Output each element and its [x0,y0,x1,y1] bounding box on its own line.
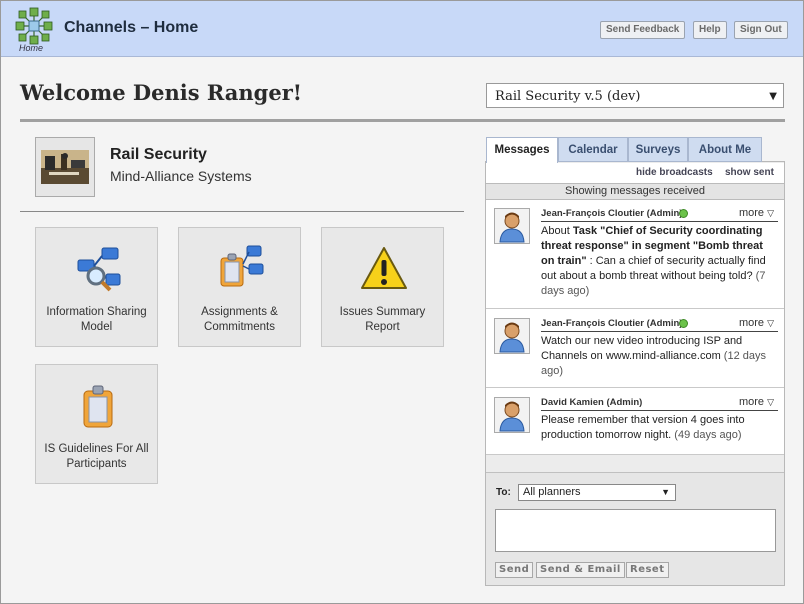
organization-name: Rail Security [110,146,207,163]
tab-calendar[interactable]: Calendar [558,137,628,162]
send-and-email-button[interactable]: Send & Email [536,562,625,578]
showing-status: Showing messages received [486,183,784,200]
dropdown-arrow-icon: ▼ [769,91,777,102]
send-feedback-button[interactable]: Send Feedback [600,21,686,39]
top-bar: Home Channels – Home Send Feedback Help … [1,1,803,57]
tile-label: Assignments & Commitments [201,306,278,333]
message-sender: Jean-François Cloutier (Admin) [541,318,683,329]
recipient-select-value: All planners [523,486,581,498]
message-composer: To: All planners ▼ Send Send & Email Res… [486,472,784,585]
sign-out-button[interactable]: Sign Out [734,21,788,39]
warning-icon [358,244,410,296]
chevron-down-icon: ▽ [767,318,774,328]
tab-about-me[interactable]: About Me [688,137,762,162]
message-sender: Jean-François Cloutier (Admin) [541,208,683,219]
more-menu[interactable]: more ▽ [739,396,774,408]
message-prefix: About [541,225,573,237]
message-age: (49 days ago) [671,429,742,441]
more-label: more [738,207,765,219]
more-label: more [738,317,765,329]
avatar [494,318,530,354]
is-guidelines-tile[interactable]: IS Guidelines For All Participants [35,364,158,484]
hide-broadcasts-link[interactable]: hide broadcasts [636,167,713,178]
message-body: Please remember that version 4 goes into… [541,413,773,443]
information-sharing-model-tile[interactable]: Information Sharing Model [35,227,158,347]
message-item: Jean-François Cloutier (Admin) more ▽ Wa… [486,309,784,388]
chevron-down-icon: ▽ [767,397,774,407]
message-textarea[interactable] [495,509,776,552]
organization-subtitle: Mind-Alliance Systems [110,168,252,184]
divider [541,410,778,411]
message-item: David Kamien (Admin) more ▽ Please remem… [486,388,784,455]
message-body: Watch our new video introducing ISP and … [541,334,773,379]
app-title: Channels – Home [64,19,199,36]
organization-image [35,137,95,197]
online-status-icon [679,319,688,328]
issues-summary-report-tile[interactable]: Issues Summary Report [321,227,444,347]
tile-label: Information Sharing Model [46,306,147,333]
to-label: To: [496,487,511,498]
avatar [494,397,530,433]
message-text: Watch our new video introducing ISP and … [541,335,743,362]
tab-surveys[interactable]: Surveys [628,137,688,162]
more-menu[interactable]: more ▽ [739,207,774,219]
tile-label: IS Guidelines For All Participants [44,443,149,470]
online-status-icon [679,209,688,218]
dropdown-arrow-icon: ▼ [661,487,670,497]
chevron-down-icon: ▽ [767,208,774,218]
divider [541,331,778,332]
message-body: About Task "Chief of Security coordinati… [541,224,773,299]
clipboard-icon [72,381,124,433]
divider [20,119,785,122]
network-magnifier-icon [72,244,124,296]
send-button[interactable]: Send [495,562,534,578]
clipboard-network-icon [215,244,267,296]
plan-select-value: Rail Security v.5 (dev) [495,89,641,104]
tile-label: Issues Summary Report [339,306,426,333]
help-button[interactable]: Help [693,21,727,39]
message-item: Jean-François Cloutier (Admin) more ▽ Ab… [486,200,784,309]
avatar [494,208,530,244]
tab-messages[interactable]: Messages [486,137,558,163]
recipient-select[interactable]: All planners ▼ [518,484,676,501]
messages-toolbar: hide broadcasts show sent [486,163,784,183]
more-label: more [738,396,765,408]
logo-caption: Home [19,43,44,53]
message-list: Jean-François Cloutier (Admin) more ▽ Ab… [486,200,784,455]
show-sent-link[interactable]: show sent [725,167,774,178]
divider [20,211,464,212]
assignments-commitments-tile[interactable]: Assignments & Commitments [178,227,301,347]
divider [541,221,778,222]
message-sender: David Kamien (Admin) [541,397,643,408]
plan-select[interactable]: Rail Security v.5 (dev) ▼ [486,83,784,108]
reset-button[interactable]: Reset [626,562,669,578]
welcome-heading: Welcome Denis Ranger! [20,80,302,105]
more-menu[interactable]: more ▽ [739,317,774,329]
channels-logo-icon[interactable] [15,7,53,45]
